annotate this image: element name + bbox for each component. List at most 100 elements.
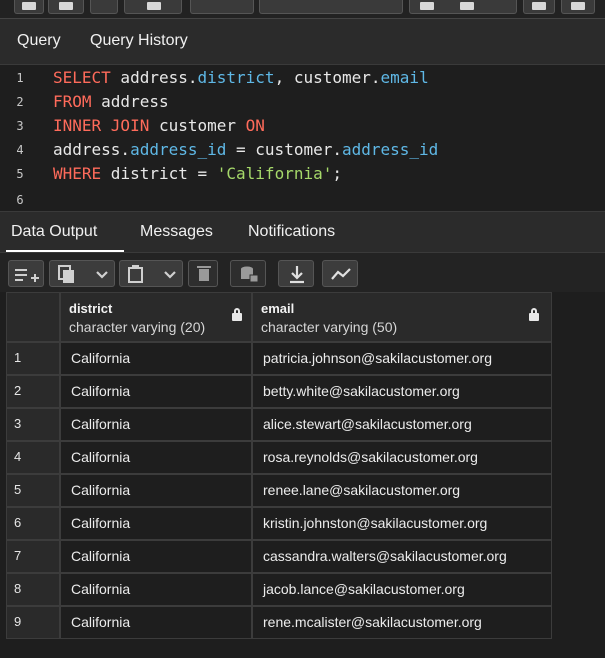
cell-district[interactable]: California [60,507,252,540]
row-number-text: 8 [14,581,22,596]
cell-district[interactable]: California [60,474,252,507]
tab-query[interactable]: Query [17,32,61,50]
cell-district[interactable]: California [60,573,252,606]
cell-text: California [71,515,131,531]
cell-district[interactable]: California [60,375,252,408]
toolbar-button[interactable] [190,0,254,14]
cell-text: kristin.johnston@sakilacustomer.org [263,515,488,531]
cell-district[interactable]: California [60,342,252,375]
code-text: SELECT address.district, customer.email [53,68,429,87]
code-token: ; [332,164,342,183]
toolbar-button[interactable] [48,0,84,14]
cell-text: California [71,614,131,630]
editor-line: 4 address.address_id = customer.address_… [0,139,605,163]
chevron-down-icon[interactable] [158,261,182,288]
toolbar-input[interactable] [259,0,403,14]
row-number-text: 4 [14,449,22,464]
cell-text: California [71,548,131,564]
cell-email[interactable]: rosa.reynolds@sakilacustomer.org [252,441,552,474]
cell-district[interactable]: California [60,540,252,573]
tab-data-output[interactable]: Data Output [11,223,97,241]
code-token: address. [110,68,198,87]
tab-notifications[interactable]: Notifications [248,223,335,241]
code-token: = customer. [226,140,342,159]
code-text: FROM address [53,92,169,111]
row-number[interactable]: 2 [6,375,60,408]
cell-email[interactable]: renee.lane@sakilacustomer.org [252,474,552,507]
code-token: address [91,92,169,111]
editor-line: 5 WHERE district = 'California'; [0,163,605,187]
sql-field: address_id [130,140,227,159]
delete-icon [197,266,211,281]
copy-button[interactable] [49,260,115,287]
line-number: 2 [16,95,24,109]
row-number[interactable]: 5 [6,474,60,507]
cell-email[interactable]: kristin.johnston@sakilacustomer.org [252,507,552,540]
download-icon [290,266,304,284]
cell-text: California [71,482,131,498]
tab-query-history[interactable]: Query History [90,32,188,50]
copy-icon [58,265,74,283]
toolbar-button[interactable] [561,0,595,14]
row-number[interactable]: 6 [6,507,60,540]
row-number[interactable]: 4 [6,441,60,474]
sql-keyword: SELECT [53,68,111,87]
column-header-district[interactable]: district character varying (20) [60,292,252,342]
cell-email[interactable]: jacob.lance@sakilacustomer.org [252,573,552,606]
add-row-icon [15,269,39,282]
toolbar-button[interactable] [14,0,44,14]
toolbar-button[interactable] [90,0,118,14]
toolbar-icon [460,2,474,10]
save-data-button[interactable] [230,260,266,287]
column-header-email[interactable]: email character varying (50) [252,292,552,342]
sql-editor[interactable]: 1 SELECT address.district, customer.emai… [0,65,605,211]
cell-text: California [71,449,131,465]
sql-keyword: FROM [53,92,92,111]
cell-email[interactable]: alice.stewart@sakilacustomer.org [252,408,552,441]
cell-district[interactable]: California [60,408,252,441]
cell-text: rosa.reynolds@sakilacustomer.org [263,449,478,465]
row-number[interactable]: 8 [6,573,60,606]
row-number-text: 9 [14,614,22,629]
sql-keyword: ON [245,116,265,135]
cell-text: California [71,581,131,597]
paste-button[interactable] [119,260,183,287]
result-toolbar [0,252,605,292]
add-row-button[interactable] [8,260,44,287]
row-number[interactable]: 3 [6,408,60,441]
line-number: 1 [16,71,24,85]
save-data-icon [241,266,259,283]
cell-district[interactable]: California [60,441,252,474]
editor-line: 2 FROM address [0,91,605,115]
editor-line: 6 [0,189,605,213]
sql-field: email [380,68,429,87]
toolbar-icon [420,2,434,10]
delete-button[interactable] [188,260,218,287]
toolbar-button[interactable] [523,0,555,14]
sql-field: address_id [341,140,439,159]
cell-email[interactable]: betty.white@sakilacustomer.org [252,375,552,408]
row-number[interactable]: 7 [6,540,60,573]
cell-text: alice.stewart@sakilacustomer.org [263,416,472,432]
cell-text: rene.mcalister@sakilacustomer.org [263,614,482,630]
lock-icon [232,308,242,321]
row-number-text: 2 [14,383,22,398]
row-number[interactable]: 1 [6,342,60,375]
row-number-header[interactable] [6,292,60,342]
download-button[interactable] [278,260,314,287]
cell-email[interactable]: rene.mcalister@sakilacustomer.org [252,606,552,639]
row-number-text: 5 [14,482,22,497]
toolbar-button[interactable] [409,0,517,14]
toolbar-button[interactable] [124,0,182,14]
tab-messages[interactable]: Messages [140,223,213,241]
chevron-down-icon[interactable] [90,261,114,288]
result-tabs: Data Output Messages Notifications [0,211,605,252]
graph-visualiser-button[interactable] [322,260,358,287]
cell-email[interactable]: cassandra.walters@sakilacustomer.org [252,540,552,573]
cell-district[interactable]: California [60,606,252,639]
cell-text: California [71,383,131,399]
cell-text: betty.white@sakilacustomer.org [263,383,460,399]
row-number[interactable]: 9 [6,606,60,639]
cell-email[interactable]: patricia.johnson@sakilacustomer.org [252,342,552,375]
graph-icon [331,268,351,280]
